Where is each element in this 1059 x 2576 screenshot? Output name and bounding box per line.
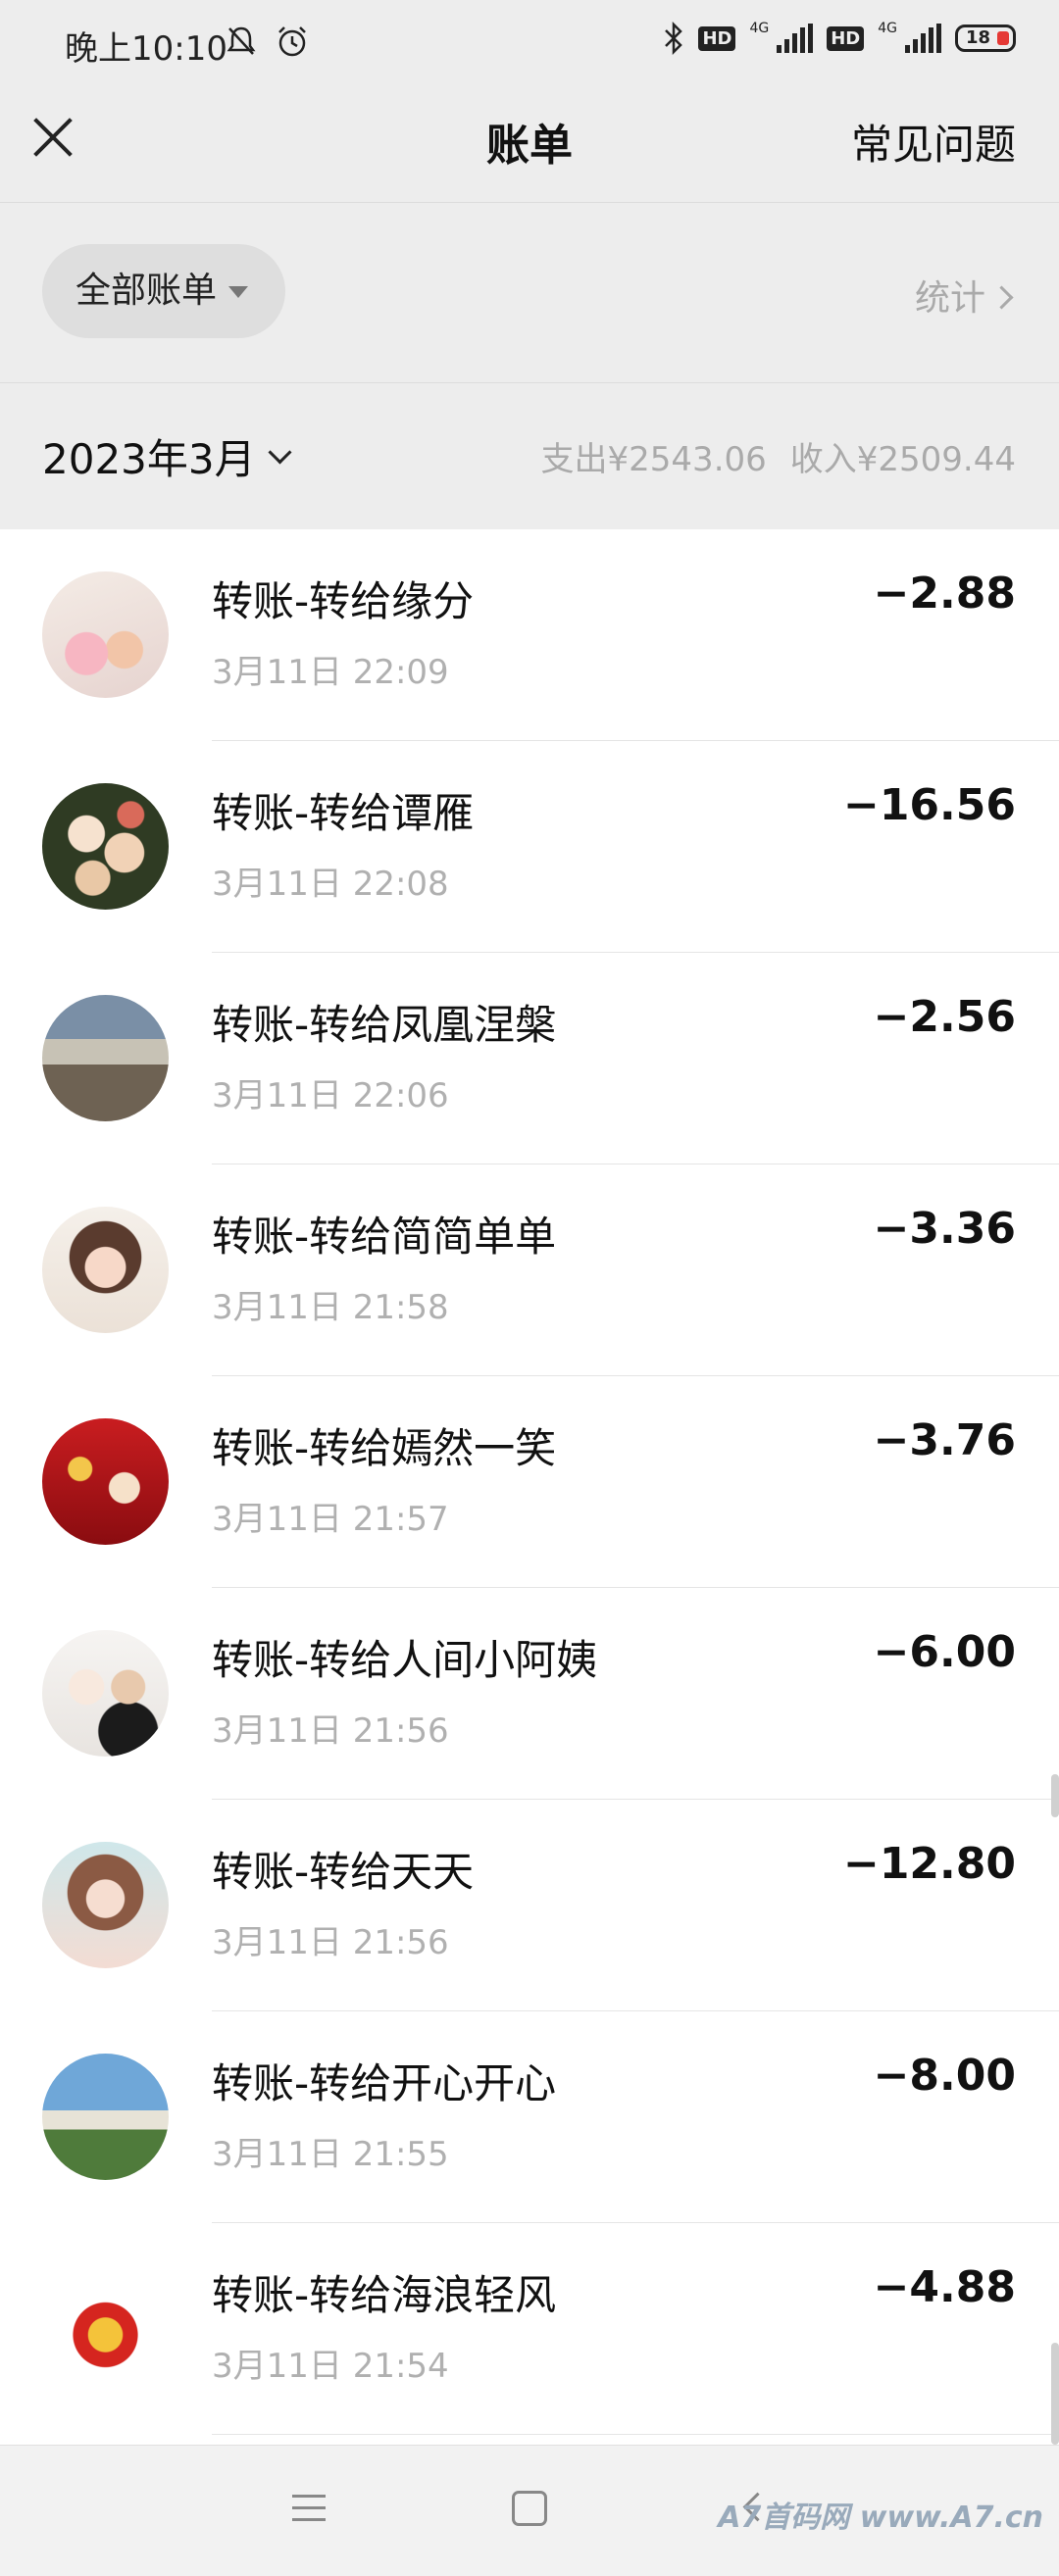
net-type: 4G (878, 21, 897, 36)
list-item[interactable]: 转账-转给缘分 3月11日 22:09 −2.88 (0, 529, 1059, 741)
mute-bell-icon (227, 26, 256, 55)
transaction-amount: −12.80 (842, 1839, 1016, 1889)
scrollbar-thumb[interactable] (1051, 1774, 1059, 1817)
transaction-title: 转账-转给简简单单 (212, 1213, 557, 1261)
month-header: 2023年3月 支出¥2543.06 收入¥2509.44 (0, 383, 1059, 528)
signal-4g-icon (777, 24, 814, 53)
avatar (42, 1418, 169, 1545)
transaction-amount: −6.00 (873, 1627, 1016, 1677)
transaction-time: 3月11日 21:56 (212, 1923, 449, 1962)
transaction-time: 3月11日 21:58 (212, 1288, 449, 1327)
hd-icon: HD (698, 25, 736, 51)
month-totals: 支出¥2543.06 收入¥2509.44 (541, 432, 1016, 480)
watermark: A7首码网 www.A7.cn (718, 2501, 1043, 2535)
net-type: 4G (749, 21, 770, 36)
month-label: 2023年3月 (42, 435, 256, 483)
avatar (42, 783, 169, 910)
transaction-time: 3月11日 22:08 (212, 865, 449, 904)
transaction-title: 转账-转给人间小阿姨 (212, 1636, 598, 1684)
list-item[interactable]: 转账-转给谭雁 3月11日 22:08 −16.56 (0, 741, 1059, 953)
chevron-down-icon (268, 440, 292, 465)
transaction-amount: −16.56 (842, 780, 1016, 830)
transaction-time: 3月11日 22:09 (212, 653, 449, 692)
list-item[interactable]: 转账-转给开心开心 3月11日 21:55 −8.00 (0, 2011, 1059, 2223)
status-time: 晚上10:10 (65, 29, 227, 69)
list-item[interactable]: 转账-转给凤凰涅槃 3月11日 22:06 −2.56 (0, 953, 1059, 1164)
transaction-amount: −3.76 (873, 1415, 1016, 1465)
alarm-icon (278, 26, 306, 57)
list-item[interactable]: 转账-转给人间小阿姨 3月11日 21:56 −6.00 (0, 1588, 1059, 1800)
transaction-title: 转账-转给海浪轻风 (212, 2271, 557, 2319)
divider (212, 2434, 1059, 2435)
avatar (42, 995, 169, 1121)
list-item[interactable]: 转账-转给简简单单 3月11日 21:58 −3.36 (0, 1164, 1059, 1376)
bill-filter-button[interactable]: 全部账单 (42, 244, 285, 338)
avatar (42, 571, 169, 698)
income-total: 收入¥2509.44 (789, 440, 1016, 479)
avatar (42, 1842, 169, 1968)
transaction-amount: −3.36 (873, 1204, 1016, 1254)
status-bar: 晚上10:10 HD 4G HD 4G 18 (0, 0, 1059, 86)
stats-label: 统计 (914, 278, 985, 319)
transaction-time: 3月11日 21:56 (212, 1711, 449, 1751)
avatar (42, 1207, 169, 1333)
month-selector[interactable]: 2023年3月 (42, 426, 292, 486)
avatar (42, 1630, 169, 1757)
caret-down-icon (228, 286, 249, 298)
battery-level: 18 (966, 27, 991, 48)
transaction-title: 转账-转给天天 (212, 1848, 475, 1896)
list-item[interactable]: 转账-转给嫣然一笑 3月11日 21:57 −3.76 (0, 1376, 1059, 1588)
chevron-right-icon (989, 284, 1014, 310)
transaction-time: 3月11日 21:55 (212, 2135, 449, 2174)
system-nav-bar: A7首码网 www.A7.cn (0, 2445, 1059, 2576)
list-item[interactable]: 转账-转给海浪轻风 3月11日 21:54 −4.88 (0, 2223, 1059, 2435)
transaction-title: 转账-转给嫣然一笑 (212, 1424, 557, 1472)
avatar (42, 2054, 169, 2180)
bill-filter-label: 全部账单 (76, 271, 218, 311)
transaction-list: 转账-转给缘分 3月11日 22:09 −2.88 转账-转给谭雁 3月11日 … (0, 529, 1059, 2445)
home-icon[interactable] (512, 2491, 547, 2526)
avatar (42, 2265, 169, 2392)
battery-icon: 18 (955, 25, 1016, 52)
filter-row: 全部账单 统计 (0, 203, 1059, 383)
hd-icon: HD (827, 25, 865, 51)
transaction-title: 转账-转给谭雁 (212, 789, 475, 837)
transaction-amount: −8.00 (873, 2051, 1016, 2101)
transaction-amount: −2.56 (873, 992, 1016, 1042)
transaction-time: 3月11日 21:57 (212, 1500, 449, 1539)
status-left-icons (224, 24, 310, 59)
transaction-time: 3月11日 22:06 (212, 1076, 449, 1115)
transaction-title: 转账-转给开心开心 (212, 2059, 557, 2107)
transaction-time: 3月11日 21:54 (212, 2347, 449, 2386)
transaction-amount: −2.88 (873, 569, 1016, 619)
transaction-amount: −4.88 (873, 2262, 1016, 2312)
signal-4g-icon (905, 24, 941, 53)
expense-total: 支出¥2543.06 (540, 440, 767, 479)
transaction-title: 转账-转给凤凰涅槃 (212, 1001, 557, 1049)
stats-link[interactable]: 统计 (914, 270, 1014, 321)
bluetooth-icon (665, 22, 683, 55)
transaction-title: 转账-转给缘分 (212, 577, 475, 625)
scrollbar-thumb[interactable] (1051, 2343, 1059, 2445)
status-right-icons: HD 4G HD 4G 18 (663, 21, 1016, 55)
menu-icon[interactable] (292, 2495, 326, 2530)
list-item[interactable]: 转账-转给天天 3月11日 21:56 −12.80 (0, 1800, 1059, 2011)
nav-bar: 账单 常见问题 (0, 86, 1059, 203)
faq-link[interactable]: 常见问题 (851, 112, 1016, 172)
